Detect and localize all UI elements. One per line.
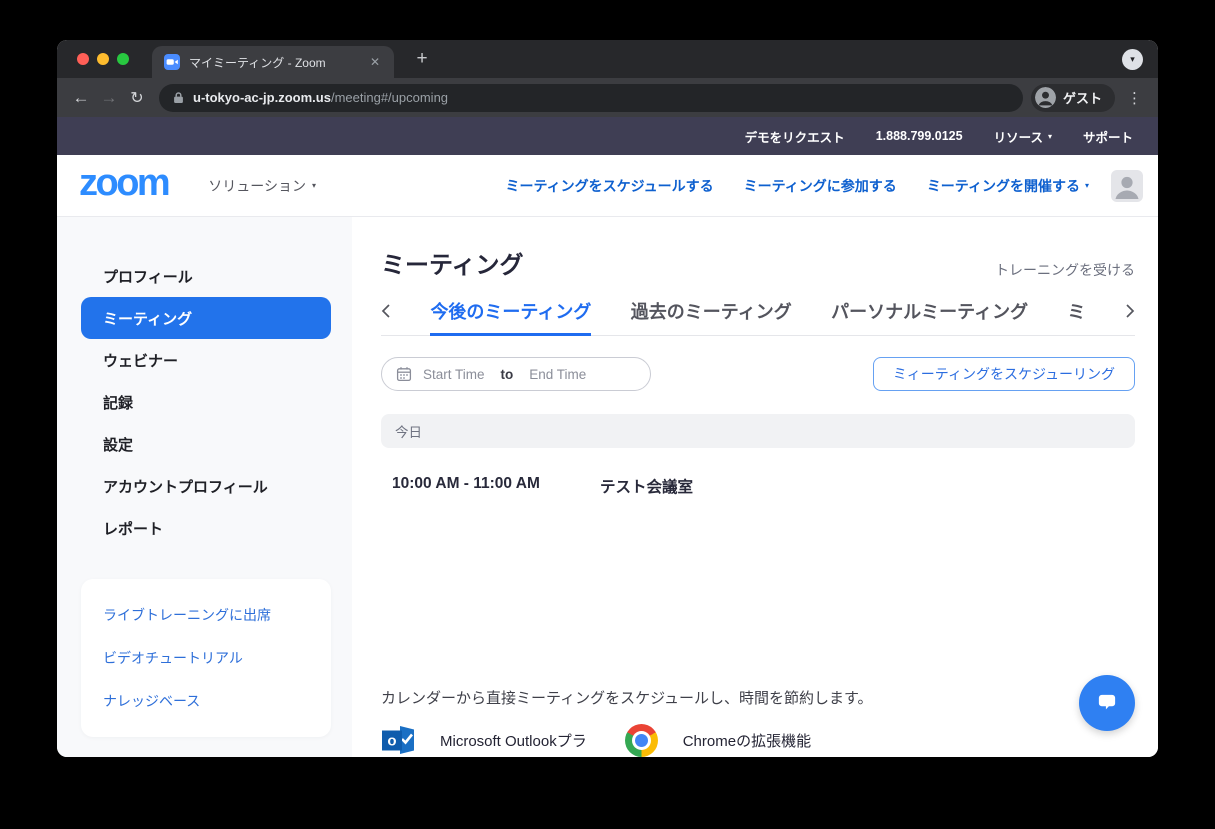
get-training-link[interactable]: トレーニングを受ける xyxy=(995,260,1135,280)
sidebar-item-recordings[interactable]: 記録 xyxy=(57,381,352,423)
sidebar-item-meetings[interactable]: ミーティング xyxy=(81,297,331,339)
zoom-favicon-icon xyxy=(164,54,180,70)
account-avatar[interactable] xyxy=(1111,169,1143,202)
schedule-meeting-link[interactable]: ミーティングをスケジュールする xyxy=(505,176,713,196)
tab-upcoming-meetings[interactable]: 今後のミーティング xyxy=(430,296,592,336)
meeting-time: 10:00 AM - 11:00 AM xyxy=(392,475,540,492)
browser-tab[interactable]: マイミーティング - Zoom ✕ xyxy=(152,46,394,78)
browser-window: マイミーティング - Zoom ✕ + ▾ ← → ↻ u-tokyo-ac-j… xyxy=(57,40,1158,757)
address-bar[interactable]: u-tokyo-ac-jp.zoom.us/meeting#/upcoming xyxy=(159,83,1023,112)
guest-label: ゲスト xyxy=(1062,91,1102,106)
help-card: ライブトレーニングに出席 ビデオチュートリアル ナレッジベース xyxy=(81,579,331,737)
main-header-row: ミーティング トレーニングを受ける xyxy=(381,252,1135,280)
meeting-topic[interactable]: テスト会議室 xyxy=(600,475,693,497)
chat-bubble-icon xyxy=(1098,694,1116,710)
chrome-extension-link[interactable]: Chromeの拡張機能 xyxy=(624,723,812,757)
date-range-to-label: to xyxy=(500,366,514,382)
browser-tab-strip: マイミーティング - Zoom ✕ + ▾ xyxy=(57,40,1158,78)
tab-personal-meetings[interactable]: パーソナルミーティング xyxy=(831,296,1028,336)
solutions-label: ソリューション xyxy=(208,177,306,194)
browser-menu-icon[interactable]: ⋮ xyxy=(1121,89,1148,107)
host-meeting-label: ミーティングを開催する xyxy=(926,177,1080,194)
sidebar-item-reports[interactable]: レポート xyxy=(57,507,352,549)
url-path: /meeting#/upcoming xyxy=(330,89,449,105)
sidebar: プロフィール ミーティング ウェビナー 記録 設定 アカウントプロフィール レポ… xyxy=(57,217,352,757)
attend-live-training-link[interactable]: ライブトレーニングに出席 xyxy=(103,605,313,625)
knowledge-base-link[interactable]: ナレッジベース xyxy=(103,691,313,711)
chat-support-button[interactable] xyxy=(1079,675,1135,731)
sidebar-item-settings[interactable]: 設定 xyxy=(57,423,352,465)
zoom-window-button[interactable] xyxy=(117,53,129,65)
filter-row: Start Time to End Time ミィーティングをスケジューリング xyxy=(381,357,1135,391)
start-time-placeholder: Start Time xyxy=(423,366,485,382)
resources-menu[interactable]: リソース ▾ xyxy=(994,127,1052,146)
lock-icon xyxy=(174,92,183,103)
tab-previous-meetings[interactable]: 過去のミーティング xyxy=(631,296,792,336)
meeting-list-item[interactable]: 10:00 AM - 11:00 AM テスト会議室 xyxy=(381,475,1135,497)
date-range-input[interactable]: Start Time to End Time xyxy=(381,357,651,391)
chevron-down-icon: ▾ xyxy=(1047,131,1052,141)
calendar-promo-text: カレンダーから直接ミーティングをスケジュールし、時間を節約します。 xyxy=(381,690,873,707)
outlook-plugin-label: Microsoft Outlookプラ xyxy=(440,732,587,750)
new-tab-button[interactable]: + xyxy=(409,46,435,72)
page-title: ミーティング xyxy=(381,252,524,279)
tabs-scroll-right-icon[interactable] xyxy=(1125,303,1135,329)
sidebar-item-webinars[interactable]: ウェビナー xyxy=(57,339,352,381)
forward-button[interactable]: → xyxy=(95,84,123,112)
page-content: プロフィール ミーティング ウェビナー 記録 設定 アカウントプロフィール レポ… xyxy=(57,217,1158,757)
integrations-row: o Microsoft Outlookプラ Chromeの拡張機能 xyxy=(381,723,1135,757)
request-demo-link[interactable]: デモをリクエスト xyxy=(745,127,845,146)
tab-search-chevron-icon[interactable]: ▾ xyxy=(1122,49,1143,70)
window-controls xyxy=(77,53,129,65)
chrome-extension-label: Chromeの拡張機能 xyxy=(682,732,812,750)
url-host: u-tokyo-ac-jp.zoom.us xyxy=(193,89,331,105)
tab-truncated[interactable]: ミ xyxy=(1068,296,1086,336)
end-time-placeholder: End Time xyxy=(529,366,587,382)
svg-text:o: o xyxy=(387,733,396,750)
minimize-window-button[interactable] xyxy=(97,53,109,65)
support-link[interactable]: サポート xyxy=(1083,127,1133,146)
person-icon xyxy=(1115,176,1139,199)
join-meeting-link[interactable]: ミーティングに参加する xyxy=(744,176,897,196)
chevron-down-icon: ▾ xyxy=(311,181,316,190)
chevron-down-icon: ▾ xyxy=(1084,181,1089,190)
video-tutorials-link[interactable]: ビデオチュートリアル xyxy=(103,648,313,668)
chrome-icon xyxy=(624,723,658,757)
main-panel: ミーティング トレーニングを受ける 今後のミーティング 過去のミーティング パー… xyxy=(352,217,1158,757)
sidebar-item-account-profile[interactable]: アカウントプロフィール xyxy=(57,465,352,507)
reload-button[interactable]: ↻ xyxy=(123,84,151,112)
site-top-nav: デモをリクエスト 1.888.799.0125 リソース ▾ サポート xyxy=(57,117,1158,155)
phone-number[interactable]: 1.888.799.0125 xyxy=(876,129,963,143)
back-button[interactable]: ← xyxy=(67,84,95,112)
day-group-header: 今日 xyxy=(381,414,1135,448)
resources-label: リソース xyxy=(993,130,1043,145)
browser-profile-chip[interactable]: ゲスト xyxy=(1030,83,1115,112)
solutions-menu[interactable]: ソリューション ▾ xyxy=(208,176,316,196)
tab-close-icon[interactable]: ✕ xyxy=(366,53,384,71)
site-header: zoom ソリューション ▾ ミーティングをスケジュールする ミーティングに参加… xyxy=(57,155,1158,217)
tabs-scroll-left-icon[interactable] xyxy=(381,303,391,329)
outlook-icon: o xyxy=(382,726,414,754)
sidebar-item-profile[interactable]: プロフィール xyxy=(57,255,352,297)
profile-avatar-icon xyxy=(1034,87,1056,108)
zoom-logo[interactable]: zoom xyxy=(79,164,171,202)
browser-toolbar: ← → ↻ u-tokyo-ac-jp.zoom.us/meeting#/upc… xyxy=(57,78,1158,117)
schedule-meeting-button[interactable]: ミィーティングをスケジューリング xyxy=(872,357,1135,391)
outlook-plugin-link[interactable]: o Microsoft Outlookプラ xyxy=(381,723,587,757)
host-meeting-menu[interactable]: ミーティングを開催する ▾ xyxy=(927,176,1089,196)
url-text: u-tokyo-ac-jp.zoom.us/meeting#/upcoming xyxy=(184,89,448,107)
close-window-button[interactable] xyxy=(77,53,89,65)
tab-title: マイミーティング - Zoom xyxy=(189,55,326,70)
calendar-icon xyxy=(396,367,412,382)
meetings-tab-bar: 今後のミーティング 過去のミーティング パーソナルミーティング ミ xyxy=(381,296,1135,336)
